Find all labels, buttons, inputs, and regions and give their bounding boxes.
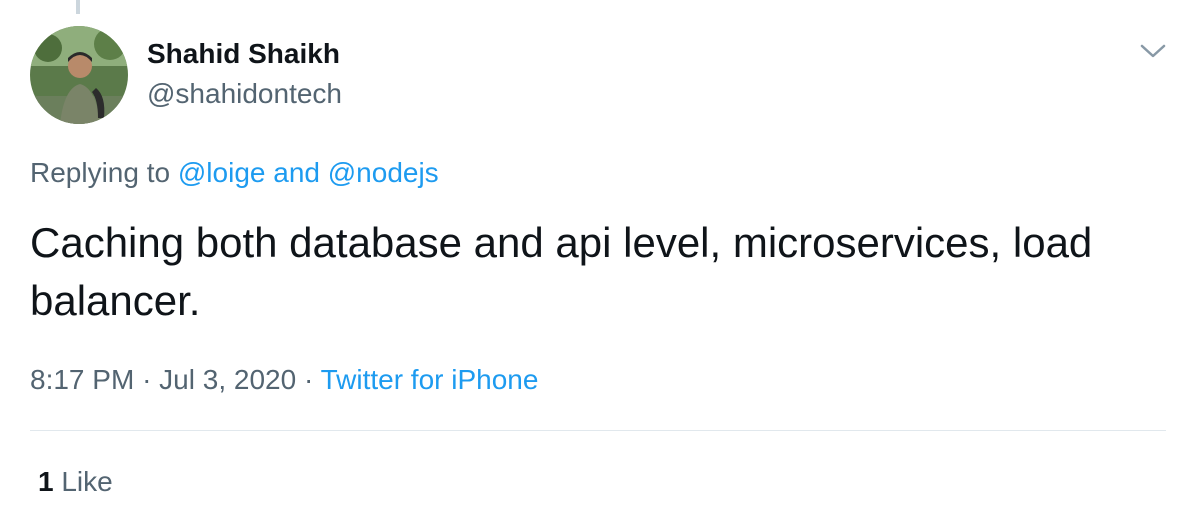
- meta-separator: ·: [303, 364, 314, 395]
- tweet-time[interactable]: 8:17 PM: [30, 364, 134, 395]
- tweet-date[interactable]: Jul 3, 2020: [159, 364, 296, 395]
- divider: [30, 430, 1166, 431]
- tweet-text: Caching both database and api level, mic…: [30, 219, 1093, 324]
- thread-connector-line: [76, 0, 80, 14]
- avatar[interactable]: [30, 26, 128, 124]
- author-display-name[interactable]: Shahid Shaikh: [147, 38, 340, 70]
- like-label: Like: [61, 466, 113, 497]
- reply-context: Replying to @loige and @nodejs: [30, 157, 439, 189]
- author-handle[interactable]: @shahidontech: [147, 78, 342, 110]
- likes-stat[interactable]: 1 Like: [38, 466, 113, 498]
- tweet-meta: 8:17 PM · Jul 3, 2020 · Twitter for iPho…: [30, 364, 538, 396]
- meta-separator: ·: [142, 364, 152, 395]
- mention-link-loige[interactable]: @loige: [178, 157, 266, 188]
- like-count: 1: [38, 466, 54, 497]
- avatar-photo: [30, 26, 128, 124]
- tweet-source-link[interactable]: Twitter for iPhone: [321, 364, 539, 395]
- mention-link-nodejs[interactable]: @nodejs: [328, 157, 439, 188]
- reply-context-conjunction[interactable]: and: [273, 157, 320, 188]
- reply-context-prefix: Replying to: [30, 157, 171, 188]
- chevron-down-icon[interactable]: [1138, 40, 1168, 62]
